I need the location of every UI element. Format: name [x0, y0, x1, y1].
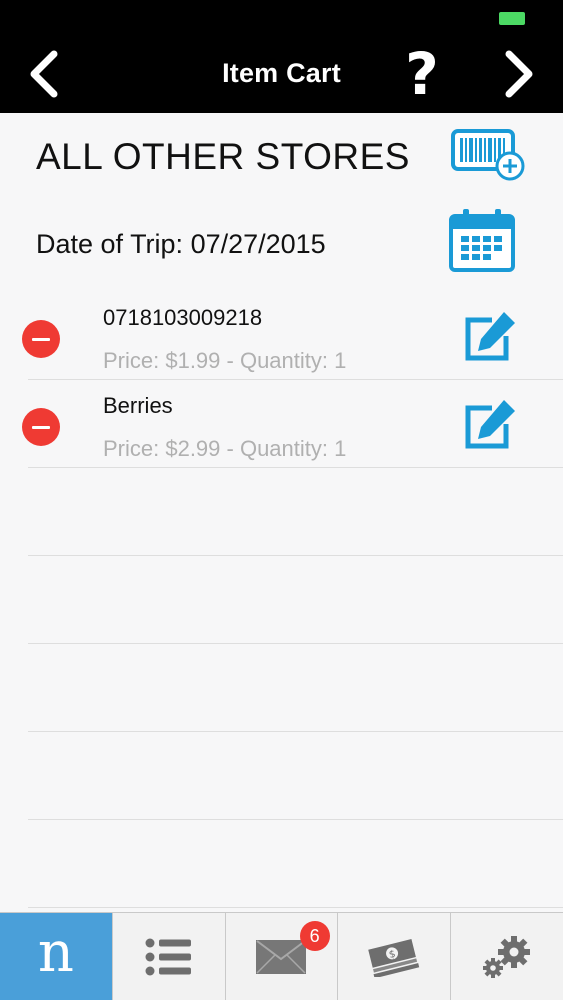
money-icon: $ — [366, 937, 420, 977]
help-button[interactable]: ? — [392, 42, 452, 106]
edit-icon — [465, 400, 515, 449]
tab-rewards[interactable]: $ — [338, 913, 452, 1000]
remove-item-button[interactable] — [22, 408, 60, 446]
remove-item-button[interactable] — [22, 320, 60, 358]
page-title: Item Cart — [222, 58, 341, 88]
navigation-bar: Item Cart ? — [0, 0, 563, 113]
empty-row — [0, 644, 563, 732]
tab-list[interactable] — [113, 913, 226, 1000]
forward-button[interactable] — [489, 44, 549, 104]
gears-icon — [483, 936, 531, 978]
empty-row — [0, 820, 563, 908]
list-item: Berries Price: $2.99 - Quantity: 1 — [0, 380, 563, 468]
list-item: 0718103009218 Price: $1.99 - Quantity: 1 — [0, 292, 563, 380]
empty-row — [0, 468, 563, 556]
add-barcode-button[interactable] — [450, 128, 526, 182]
edit-icon — [465, 312, 515, 361]
cart-list: 0718103009218 Price: $1.99 - Quantity: 1… — [0, 292, 563, 908]
empty-row — [0, 556, 563, 644]
calendar-icon — [449, 209, 515, 272]
calendar-button[interactable] — [448, 208, 516, 274]
message-count-badge: 6 — [299, 921, 330, 951]
item-detail: Price: $2.99 - Quantity: 1 — [103, 436, 347, 461]
tab-messages[interactable]: 6 — [226, 913, 339, 1000]
chevron-right-icon — [505, 50, 533, 98]
barcode-add-icon — [451, 129, 525, 181]
tab-home[interactable]: n — [0, 913, 113, 1000]
item-name: 0718103009218 — [103, 305, 263, 330]
battery-icon — [499, 12, 525, 25]
tab-bar: n 6 $ — [0, 912, 563, 1000]
trip-date: Date of Trip: 07/27/2015 — [36, 229, 326, 259]
tab-settings[interactable] — [451, 913, 563, 1000]
store-name: ALL OTHER STORES — [36, 136, 410, 177]
item-detail: Price: $1.99 - Quantity: 1 — [103, 348, 347, 373]
envelope-icon — [256, 940, 307, 974]
list-icon — [145, 938, 191, 976]
item-name: Berries — [103, 393, 173, 418]
edit-item-button[interactable] — [462, 398, 518, 450]
app-logo-icon: n — [37, 920, 74, 985]
edit-item-button[interactable] — [462, 310, 518, 362]
divider — [28, 907, 563, 908]
empty-row — [0, 732, 563, 820]
